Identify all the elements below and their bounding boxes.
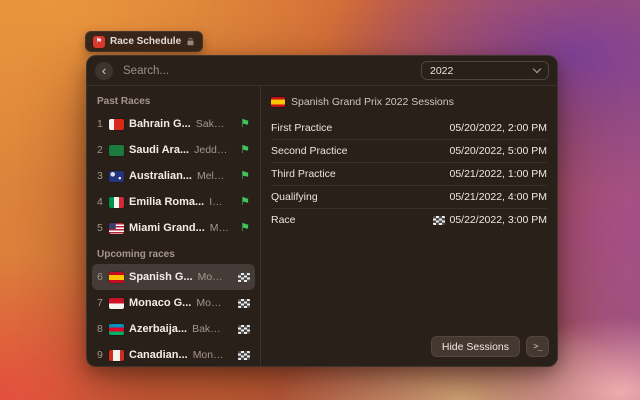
race-list-item[interactable]: 5 Miami Grand... Miami, USA ⚑ [92,215,255,241]
race-index: 6 [97,271,104,283]
window-tab[interactable]: ⚑ Race Schedule [85,31,203,52]
race-list-item[interactable]: 8 Azerbaija... Baku, Azerb... ⚑ [92,316,255,342]
race-location: Montreal, C... [193,349,226,361]
session-time: 05/22/2022, 3:00 PM [450,214,548,226]
session-label: Qualifying [271,191,318,203]
session-label: Race [271,214,296,226]
race-location: Melbourne,... [197,170,228,182]
race-list-item[interactable]: 4 Emilia Roma... Imola, Italy ⚑ [92,189,255,215]
green-flag-icon: ⚑ [240,171,250,182]
race-name: Australian... [129,170,192,182]
race-location: Sakhir, Bahr... [196,118,228,130]
year-dropdown[interactable]: 2022 [421,61,549,80]
checkered-flag-icon [433,216,445,225]
session-label: Third Practice [271,168,336,180]
race-list-item[interactable]: 3 Australian... Melbourne,... ⚑ [92,163,255,189]
race-index: 9 [97,349,104,361]
race-name: Emilia Roma... [129,196,204,208]
checkered-flag-icon [238,351,250,360]
session-label: First Practice [271,122,332,134]
session-row: Second Practice 05/20/2022, 5:00 PM [271,140,547,163]
race-index: 7 [97,297,104,309]
terminal-icon: >_ [533,342,541,352]
window-body: Past Races 1 Bahrain G... Sakhir, Bahr..… [87,86,557,366]
section-header-past: Past Races [87,88,260,111]
chevron-down-icon [533,65,541,73]
race-location: Imola, Italy [209,196,228,208]
lock-icon[interactable] [186,37,195,46]
session-row: Qualifying 05/21/2022, 4:00 PM [271,186,547,209]
checkered-flag-icon [238,299,250,308]
race-index: 1 [97,118,104,130]
country-flag-icon [109,171,124,182]
race-name: Bahrain G... [129,118,191,130]
race-name: Canadian... [129,349,188,361]
detail-title: Spanish Grand Prix 2022 Sessions [291,96,454,108]
race-name: Monaco G... [129,297,191,309]
sessions-panel: Spanish Grand Prix 2022 Sessions First P… [261,86,557,366]
race-name: Spanish G... [129,271,193,283]
country-flag-icon [109,324,124,335]
green-flag-icon: ⚑ [240,223,250,234]
race-name: Azerbaija... [129,323,187,335]
race-list-item[interactable]: 7 Monaco G... Monte-Carl... ⚑ [92,290,255,316]
session-label: Second Practice [271,145,347,157]
chevron-left-icon: ‹ [102,64,106,77]
race-list: Past Races 1 Bahrain G... Sakhir, Bahr..… [87,86,261,366]
race-list-item[interactable]: 9 Canadian... Montreal, C... ⚑ [92,342,255,366]
race-list-item[interactable]: 1 Bahrain G... Sakhir, Bahr... ⚑ [92,111,255,137]
session-row: Race 05/22/2022, 3:00 PM [271,209,547,231]
race-location: Montmeló,... [198,271,226,283]
detail-header: Spanish Grand Prix 2022 Sessions [261,94,557,117]
checkered-flag-icon [238,273,250,282]
session-time: 05/20/2022, 2:00 PM [450,122,548,134]
country-flag-icon [271,97,285,107]
race-list-item-selected[interactable]: 6 Spanish G... Montmeló,... ⚑ [92,264,255,290]
tab-title: Race Schedule [110,36,181,47]
hide-sessions-button[interactable]: Hide Sessions [431,336,520,357]
green-flag-icon: ⚑ [240,119,250,130]
green-flag-icon: ⚑ [240,197,250,208]
country-flag-icon [109,197,124,208]
race-list-item[interactable]: 2 Saudi Ara... Jeddah, Sa... ⚑ [92,137,255,163]
session-time: 05/20/2022, 5:00 PM [450,145,548,157]
checkered-flag-icon [238,325,250,334]
country-flag-icon [109,272,124,283]
action-bar: Hide Sessions >_ [431,336,549,357]
back-button[interactable]: ‹ [95,62,113,80]
race-name: Miami Grand... [129,222,205,234]
race-location: Miami, USA [210,222,228,234]
race-location: Jeddah, Sa... [194,144,228,156]
window-header: ‹ 2022 [87,56,557,86]
country-flag-icon [109,223,124,234]
race-location: Monte-Carl... [196,297,226,309]
race-index: 3 [97,170,104,182]
app-icon: ⚑ [93,36,105,48]
race-index: 5 [97,222,104,234]
country-flag-icon [109,298,124,309]
green-flag-icon: ⚑ [240,145,250,156]
app-window: ‹ 2022 Past Races 1 Bahrain G... Sakhir,… [86,55,558,367]
session-row: First Practice 05/20/2022, 2:00 PM [271,117,547,140]
session-row: Third Practice 05/21/2022, 1:00 PM [271,163,547,186]
country-flag-icon [109,350,124,361]
session-time-race: 05/22/2022, 3:00 PM [433,214,548,226]
country-flag-icon [109,145,124,156]
race-location: Baku, Azerb... [192,323,226,335]
section-header-upcoming: Upcoming races [87,241,260,264]
shortcut-button[interactable]: >_ [526,336,549,357]
race-index: 4 [97,196,104,208]
country-flag-icon [109,119,124,130]
desktop-background: ⚑ Race Schedule ‹ 2022 Past Races 1 [0,0,640,400]
search-input[interactable] [121,64,413,78]
race-index: 2 [97,144,104,156]
year-dropdown-value: 2022 [430,65,453,77]
session-time: 05/21/2022, 1:00 PM [450,168,548,180]
flag-glyph: ⚑ [96,38,102,45]
session-time: 05/21/2022, 4:00 PM [450,191,548,203]
race-name: Saudi Ara... [129,144,189,156]
race-index: 8 [97,323,104,335]
